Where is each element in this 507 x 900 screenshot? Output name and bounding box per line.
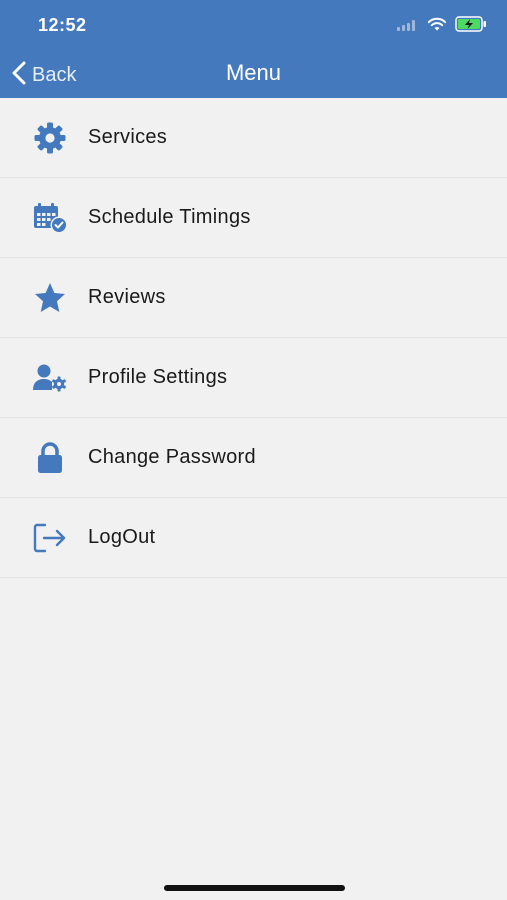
- menu-item-label: Profile Settings: [88, 366, 228, 388]
- menu-item-profile-settings[interactable]: Profile Settings: [0, 338, 507, 418]
- menu-item-services[interactable]: Services: [0, 98, 507, 178]
- menu-item-label: Services: [88, 126, 168, 148]
- star-icon: [32, 280, 68, 316]
- status-icons: [397, 16, 487, 37]
- user-cog-icon: [32, 360, 68, 396]
- gear-icon: [32, 120, 68, 156]
- battery-icon: [455, 16, 487, 37]
- menu-item-schedule-timings[interactable]: Schedule Timings: [0, 178, 507, 258]
- menu-item-change-password[interactable]: Change Password: [0, 418, 507, 498]
- wifi-icon: [427, 17, 447, 37]
- menu-item-label: Reviews: [88, 286, 166, 308]
- app-header: 12:52 Back Menu: [0, 0, 507, 98]
- logout-icon: [32, 520, 68, 556]
- menu-item-logout[interactable]: LogOut: [0, 498, 507, 578]
- signal-icon: [397, 18, 419, 36]
- status-time: 12:52: [38, 15, 87, 35]
- menu-item-label: Schedule Timings: [88, 206, 251, 228]
- menu-list: Services Schedule Timings Reviews Profil…: [0, 98, 507, 578]
- calendar-check-icon: [32, 200, 68, 236]
- menu-item-reviews[interactable]: Reviews: [0, 258, 507, 338]
- page-title: Menu: [225, 60, 282, 85]
- lock-icon: [32, 440, 68, 476]
- menu-item-label: Change Password: [88, 446, 256, 468]
- menu-item-label: LogOut: [88, 526, 156, 548]
- home-indicator: [164, 885, 345, 891]
